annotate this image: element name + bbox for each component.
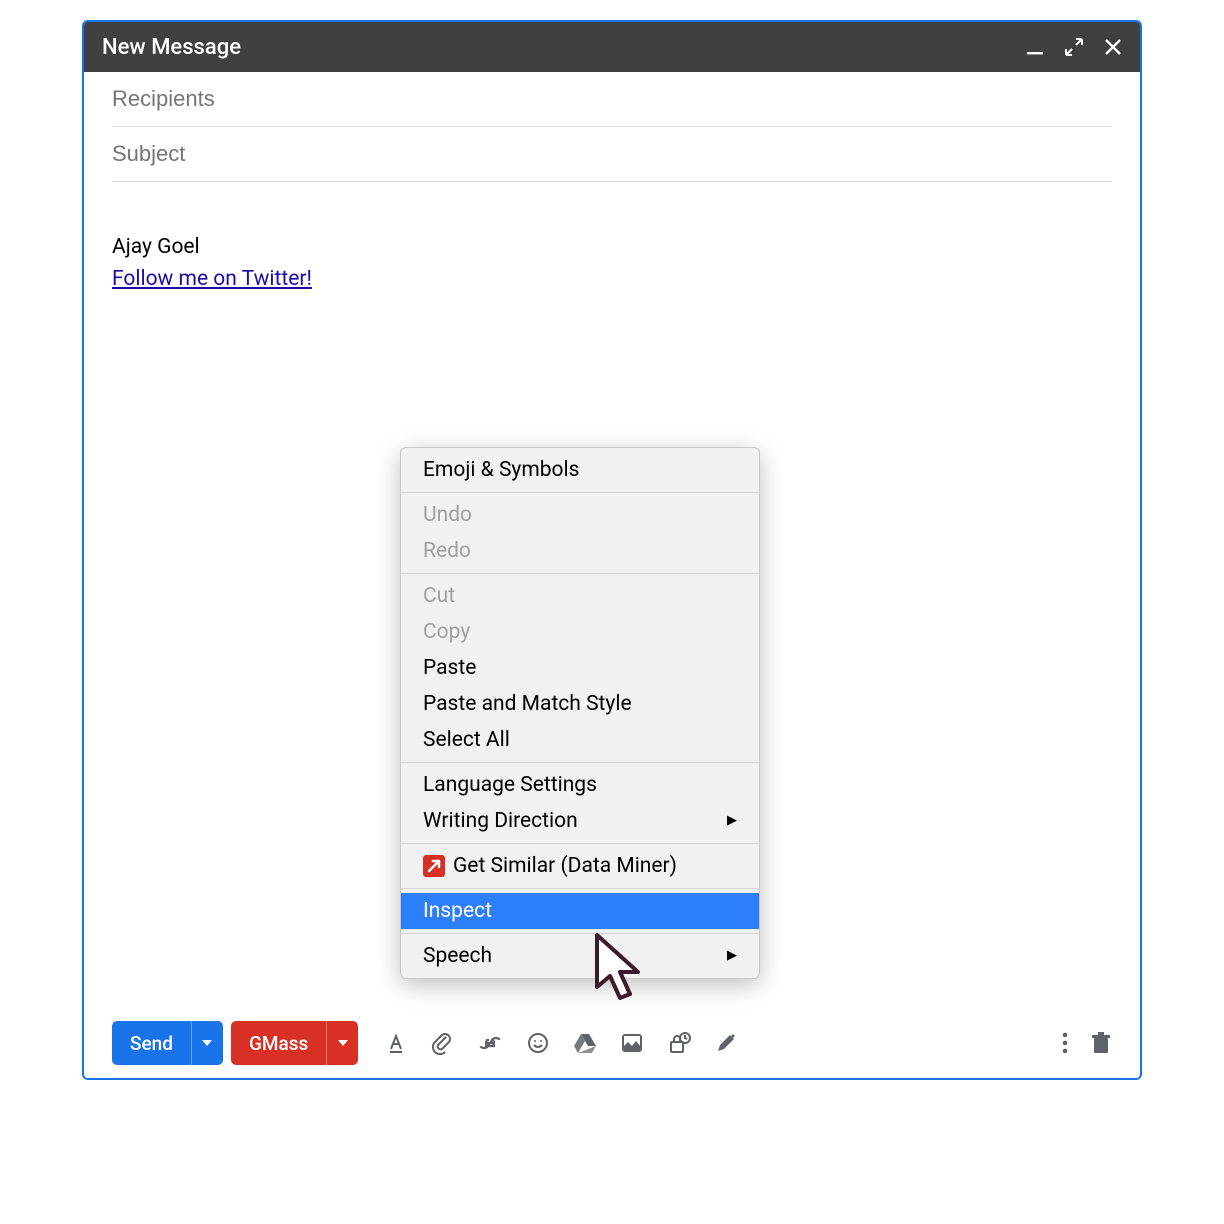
- chevron-right-icon: ▶: [727, 942, 737, 970]
- menu-get-similar[interactable]: Get Similar (Data Miner): [401, 848, 759, 884]
- subject-input[interactable]: [112, 141, 1112, 167]
- window-controls: [1026, 37, 1122, 57]
- menu-inspect[interactable]: Inspect: [401, 893, 759, 929]
- more-icon[interactable]: [1062, 1031, 1068, 1055]
- formatting-icon[interactable]: [384, 1031, 408, 1055]
- menu-copy: Copy: [401, 614, 759, 650]
- signature-link[interactable]: Follow me on Twitter!: [112, 267, 312, 291]
- send-button[interactable]: Send: [112, 1021, 223, 1065]
- drive-icon[interactable]: [572, 1031, 598, 1055]
- recipients-input[interactable]: [112, 86, 1112, 112]
- signature-name: Ajay Goel: [112, 232, 1112, 264]
- menu-language-settings[interactable]: Language Settings: [401, 767, 759, 803]
- compose-body[interactable]: Ajay Goel Follow me on Twitter!: [112, 182, 1112, 295]
- attachment-icon[interactable]: [430, 1031, 454, 1055]
- chevron-right-icon: ▶: [727, 807, 737, 835]
- menu-select-all[interactable]: Select All: [401, 722, 759, 758]
- minimize-icon[interactable]: [1026, 38, 1044, 56]
- gmass-dropdown[interactable]: [326, 1021, 358, 1065]
- compose-window: New Message Ajay G: [82, 20, 1142, 1080]
- context-menu: Emoji & Symbols Undo Redo Cut Copy: [400, 447, 760, 979]
- image-icon[interactable]: [620, 1031, 644, 1055]
- menu-paste-match[interactable]: Paste and Match Style: [401, 686, 759, 722]
- titlebar: New Message: [84, 22, 1140, 72]
- menu-writing-direction[interactable]: Writing Direction ▶: [401, 803, 759, 839]
- menu-emoji-symbols[interactable]: Emoji & Symbols: [401, 452, 759, 488]
- pen-icon[interactable]: [714, 1031, 738, 1055]
- window-title: New Message: [102, 35, 241, 60]
- compose-content: Ajay Goel Follow me on Twitter! Emoji & …: [84, 72, 1140, 1008]
- menu-redo: Redo: [401, 533, 759, 569]
- emoji-icon[interactable]: [526, 1031, 550, 1055]
- menu-cut: Cut: [401, 578, 759, 614]
- trash-icon[interactable]: [1090, 1031, 1112, 1055]
- menu-undo: Undo: [401, 497, 759, 533]
- send-dropdown[interactable]: [191, 1021, 223, 1065]
- menu-speech[interactable]: Speech ▶: [401, 938, 759, 974]
- confidential-icon[interactable]: [666, 1031, 692, 1055]
- compose-toolbar: Send GMass: [84, 1008, 1140, 1078]
- gmass-button[interactable]: GMass: [231, 1021, 358, 1065]
- subject-row: [112, 127, 1112, 182]
- link-icon[interactable]: [476, 1031, 504, 1055]
- dataminer-icon: [423, 855, 445, 877]
- recipients-row: [112, 72, 1112, 127]
- expand-icon[interactable]: [1064, 37, 1084, 57]
- menu-paste[interactable]: Paste: [401, 650, 759, 686]
- close-icon[interactable]: [1104, 38, 1122, 56]
